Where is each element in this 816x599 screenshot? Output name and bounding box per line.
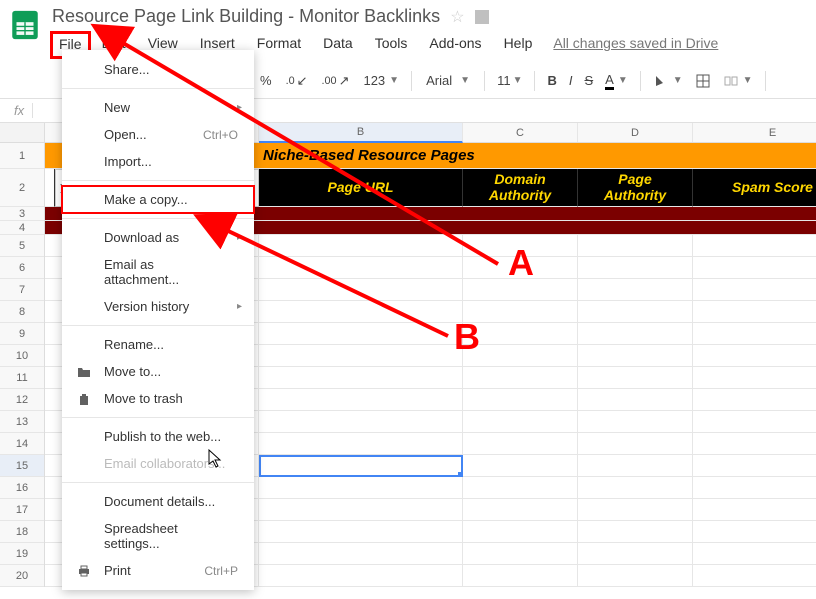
row-header[interactable]: 16 [0, 477, 44, 499]
text-color-button[interactable]: A▼ [599, 68, 634, 94]
menu-download-as[interactable]: Download as▸ [62, 224, 254, 251]
menu-make-a-copy[interactable]: Make a copy... [62, 186, 254, 213]
cursor-icon [208, 449, 224, 474]
strikethrough-button[interactable]: S [579, 69, 600, 92]
row-header[interactable]: 11 [0, 367, 44, 389]
row-header[interactable]: 1 [0, 143, 44, 169]
number-format-button[interactable]: 123▼ [357, 69, 405, 92]
row-header[interactable]: 18 [0, 521, 44, 543]
header-domain-authority[interactable]: DomainAuthority [463, 169, 578, 207]
row-header[interactable]: 20 [0, 565, 44, 587]
menu-print[interactable]: PrintCtrl+P [62, 557, 254, 584]
header-spam-score[interactable]: Spam Score [693, 169, 816, 207]
header-page-url[interactable]: Page URL [259, 169, 463, 207]
italic-button[interactable]: I [563, 69, 579, 92]
menu-open[interactable]: Open...Ctrl+O [62, 121, 254, 148]
row-header[interactable]: 9 [0, 323, 44, 345]
menu-spreadsheet-settings[interactable]: Spreadsheet settings... [62, 515, 254, 557]
menu-document-details[interactable]: Document details... [62, 488, 254, 515]
row-header[interactable]: 3 [0, 207, 44, 221]
annotation-b: B [454, 316, 480, 358]
menu-import[interactable]: Import... [62, 148, 254, 175]
menu-help[interactable]: Help [493, 31, 544, 59]
selected-cell[interactable] [259, 455, 463, 477]
row-header[interactable]: 4 [0, 221, 44, 235]
file-menu-dropdown: Share... New▸ Open...Ctrl+O Import... Ma… [62, 50, 254, 590]
save-status[interactable]: All changes saved in Drive [543, 31, 728, 59]
menu-share[interactable]: Share... [62, 56, 254, 83]
row-header[interactable]: 2 [0, 169, 44, 207]
bold-button[interactable]: B [541, 69, 562, 92]
format-percent-button[interactable]: % [254, 69, 278, 92]
menu-tools[interactable]: Tools [364, 31, 419, 59]
star-icon[interactable]: ☆ [450, 7, 464, 27]
fill-color-button[interactable]: ▼ [647, 69, 689, 93]
row-header[interactable]: 14 [0, 433, 44, 455]
menu-addons[interactable]: Add-ons [418, 31, 492, 59]
menu-format[interactable]: Format [246, 31, 312, 59]
font-selector[interactable]: Arial▼ [418, 69, 478, 92]
menu-email-attachment[interactable]: Email as attachment... [62, 251, 254, 293]
column-header[interactable]: D [578, 123, 693, 142]
row-header[interactable]: 10 [0, 345, 44, 367]
menu-publish-web[interactable]: Publish to the web... [62, 423, 254, 450]
menu-move-to[interactable]: Move to... [62, 358, 254, 385]
row-header[interactable]: 13 [0, 411, 44, 433]
fx-label: fx [6, 103, 33, 118]
menu-email-collaborators: Email collaborators... [62, 450, 254, 477]
trash-icon [76, 391, 92, 407]
row-header[interactable]: 5 [0, 235, 44, 257]
menu-move-to-trash[interactable]: Move to trash [62, 385, 254, 412]
row-header[interactable]: 6 [0, 257, 44, 279]
increase-decimal-button[interactable]: .00↗ [316, 69, 356, 93]
menu-version-history[interactable]: Version history▸ [62, 293, 254, 320]
column-header[interactable]: C [463, 123, 578, 142]
document-title[interactable]: Resource Page Link Building - Monitor Ba… [52, 6, 440, 27]
merge-cells-button[interactable]: ▼ [717, 69, 759, 93]
font-size-selector[interactable]: 11▼ [491, 69, 528, 92]
row-header[interactable]: 7 [0, 279, 44, 301]
print-icon [76, 563, 92, 579]
column-header[interactable]: E [693, 123, 816, 142]
select-all-corner[interactable] [0, 123, 44, 143]
header-page-authority[interactable]: PageAuthority [578, 169, 693, 207]
menu-data[interactable]: Data [312, 31, 364, 59]
folder-icon [76, 364, 92, 380]
menu-new[interactable]: New▸ [62, 94, 254, 121]
row-header[interactable]: 17 [0, 499, 44, 521]
row-header[interactable]: 15 [0, 455, 44, 477]
menu-rename[interactable]: Rename... [62, 331, 254, 358]
borders-button[interactable] [689, 69, 717, 93]
decrease-decimal-button[interactable]: .0↙ [280, 69, 314, 93]
sheets-logo-icon[interactable] [6, 6, 44, 44]
folder-icon[interactable] [475, 10, 489, 24]
row-header[interactable]: 8 [0, 301, 44, 323]
column-header[interactable]: B [259, 123, 463, 143]
section-title-cell[interactable]: Niche-Based Resource Pages [259, 143, 816, 169]
row-header[interactable]: 12 [0, 389, 44, 411]
annotation-a: A [508, 242, 534, 284]
row-header[interactable]: 19 [0, 543, 44, 565]
